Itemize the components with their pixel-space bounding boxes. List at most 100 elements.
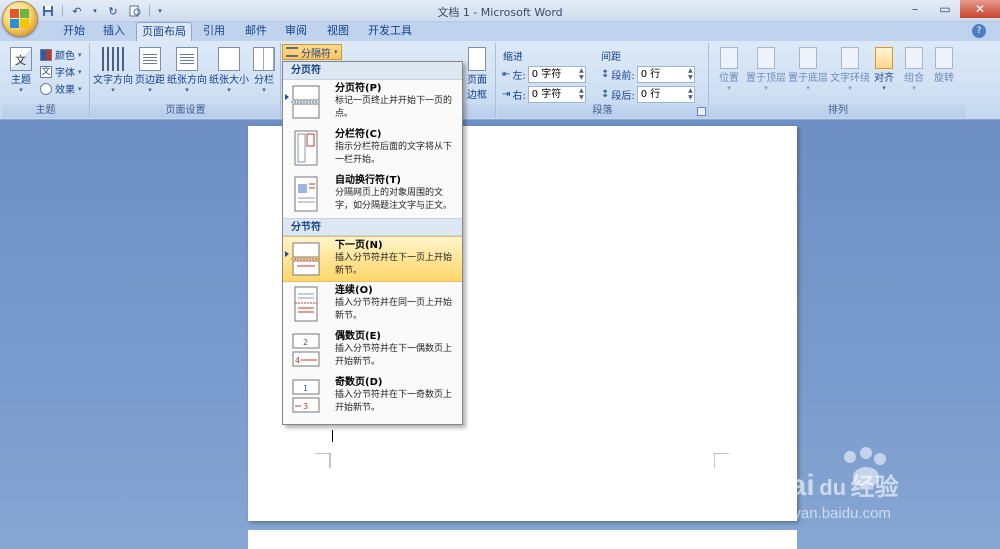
paragraph-group: 缩进 间距 ⇤ 左: 0 字符 ⇥ 右: 0 字符 ↕ 段前: 0 行 ↕ 段后… [497,43,709,118]
watermark-jingyan: 经验 [850,474,899,501]
effects-button[interactable]: 效果 ▾ [40,81,82,96]
text-direction-label: 文字方向 [93,75,133,86]
window-controls: – ▭ ✕ [900,0,1000,18]
next-page-break-icon [291,242,321,276]
margins-button[interactable]: 页边距 ▾ [135,47,165,94]
theme-group: 文 主题 ▾ 颜色 ▾ 文 字体 ▾ 效果 ▾ 主题 [2,43,90,118]
theme-label: 主题 [11,75,31,86]
tab-home[interactable]: 开始 [56,22,92,41]
rotate-button[interactable]: 旋转 [932,47,956,84]
align-button[interactable]: 对齐 ▾ [872,47,896,92]
fonts-label: 字体 [55,68,75,79]
window-title: 文档 1 - Microsoft Word [437,6,563,19]
menu-item-even-page[interactable]: 24 偶数页(E) 插入分节符并在下一偶数页上开始新节。 [283,328,462,374]
indent-right-icon: ⇥ [502,89,511,100]
menu-item-desc: 指示分栏符后面的文字将从下一栏开始。 [335,142,453,165]
ribbon: 文 主题 ▾ 颜色▾ 文 字体▾ 效果▾ 主题 文字方向 ▾ 页边距 ▾ [0,41,1000,120]
theme-button[interactable]: 文 主题 ▾ [6,47,36,94]
text-direction-icon [102,47,124,71]
spacing-after-control: ↕ 段后: 0 行 [601,86,695,103]
rotate-icon [935,47,953,69]
spacing-before-label: 段前: [611,71,635,82]
bring-to-front-label: 置于顶层 [746,73,786,84]
svg-text:1: 1 [303,384,308,393]
column-break-icon [294,130,318,166]
menu-item-odd-page[interactable]: 13 奇数页(D) 插入分节符并在下一奇数页上开始新节。 [283,374,462,420]
rotate-label: 旋转 [934,73,954,84]
arrange-group-label: 排列 [710,104,966,118]
tab-developer[interactable]: 开发工具 [360,22,420,41]
indent-left-icon: ⇤ [502,69,511,80]
menu-item-next-page[interactable]: 下一页(N) 插入分节符并在下一页上开始新节。 [283,236,462,282]
office-button[interactable] [2,1,38,37]
indent-left-control: ⇤ 左: 0 字符 [502,66,586,83]
arrange-group: 位置 ▾ 置于顶层 ▾ 置于底层 ▾ 文字环绕 ▾ 对齐 ▾ 组合 ▾ 旋转 排… [710,43,966,118]
colors-label: 颜色 [55,51,75,62]
columns-button[interactable]: 分栏 ▾ [251,47,277,94]
menu-item-desc: 插入分节符并在下一页上开始新节。 [335,253,453,276]
position-button[interactable]: 位置 ▾ [714,47,744,92]
page-borders-button[interactable]: 页面 边框 [463,47,491,101]
page-setup-group-label: 页面设置 [91,104,280,118]
indent-left-label: 左: [512,71,526,82]
breaks-button[interactable]: 分隔符 ▾ [282,44,342,60]
breaks-icon [286,47,298,57]
page-borders-label: 页面 [467,75,487,86]
text-cursor [332,430,333,442]
fonts-button[interactable]: 文 字体 ▾ [40,64,82,79]
menu-item-text-wrapping-break[interactable]: 自动换行符(T) 分隔网页上的对象周围的文字，如分隔题注文字与正文。 [283,172,462,218]
menu-item-desc: 插入分节符并在下一偶数页上开始新节。 [335,344,453,367]
close-icon[interactable]: ✕ [960,0,1000,18]
colors-button[interactable]: 颜色 ▾ [40,47,82,62]
group-label: 组合 [904,73,924,84]
tab-view[interactable]: 视图 [320,22,356,41]
svg-text:3: 3 [303,402,308,411]
menu-item-title: 下一页(N) [335,240,383,251]
spacing-after-label: 段后: [611,91,635,102]
group-icon [905,47,923,69]
position-label: 位置 [719,73,739,84]
orientation-button[interactable]: 纸张方向 ▾ [167,47,207,94]
menu-item-continuous[interactable]: 连续(O) 插入分节符并在同一页上开始新节。 [283,282,462,328]
menu-item-column-break[interactable]: 分栏符(C) 指示分栏符后面的文字将从下一栏开始。 [283,126,462,172]
chevron-down-icon: ▾ [334,48,338,56]
spacing-after-input[interactable]: 0 行 [636,86,695,103]
indent-title: 缩进 [503,52,523,63]
group-button[interactable]: 组合 ▾ [902,47,926,92]
send-to-back-label: 置于底层 [788,73,828,84]
send-to-back-icon [799,47,817,69]
watermark-url: jingyan.baidu.com [770,505,891,522]
bring-to-front-button[interactable]: 置于顶层 ▾ [746,47,786,92]
tab-references[interactable]: 引用 [196,22,232,41]
indent-left-input[interactable]: 0 字符 [527,66,586,83]
tab-mailings[interactable]: 邮件 [238,22,274,41]
tab-page-layout[interactable]: 页面布局 [136,22,192,41]
text-wrap-button[interactable]: 文字环绕 ▾ [830,47,870,92]
align-label: 对齐 [874,73,894,84]
chevron-down-icon: ▾ [148,86,152,94]
menu-item-desc: 插入分节符并在同一页上开始新节。 [335,298,453,321]
text-wrap-label: 文字环绕 [830,73,870,84]
dialog-launcher-icon[interactable] [697,107,706,116]
indent-right-input[interactable]: 0 字符 [527,86,586,103]
send-to-back-button[interactable]: 置于底层 ▾ [788,47,828,92]
margins-label: 页边距 [135,75,165,86]
baidu-watermark: Bai du 经验 jingyan.baidu.com [768,443,968,533]
menu-item-page-break[interactable]: 分页符(P) 标记一页终止并开始下一页的点。 [283,80,462,126]
menu-item-desc: 分隔网页上的对象周围的文字，如分隔题注文字与正文。 [335,188,453,211]
tab-review[interactable]: 审阅 [278,22,314,41]
tab-insert[interactable]: 插入 [96,22,132,41]
text-wrap-icon [841,47,859,69]
margins-icon [139,47,161,71]
text-direction-button[interactable]: 文字方向 ▾ [93,47,133,94]
size-button[interactable]: 纸张大小 ▾ [209,47,249,94]
theme-icon: 文 [10,47,32,71]
maximize-icon[interactable]: ▭ [930,0,960,18]
menu-item-desc: 标记一页终止并开始下一页的点。 [335,96,453,119]
spacing-before-input[interactable]: 0 行 [636,66,695,83]
chevron-down-icon: ▾ [227,86,231,94]
office-logo-icon [10,9,30,29]
minimize-icon[interactable]: – [900,0,930,18]
margin-corner-mark [315,453,331,468]
help-icon[interactable]: ? [972,24,986,38]
